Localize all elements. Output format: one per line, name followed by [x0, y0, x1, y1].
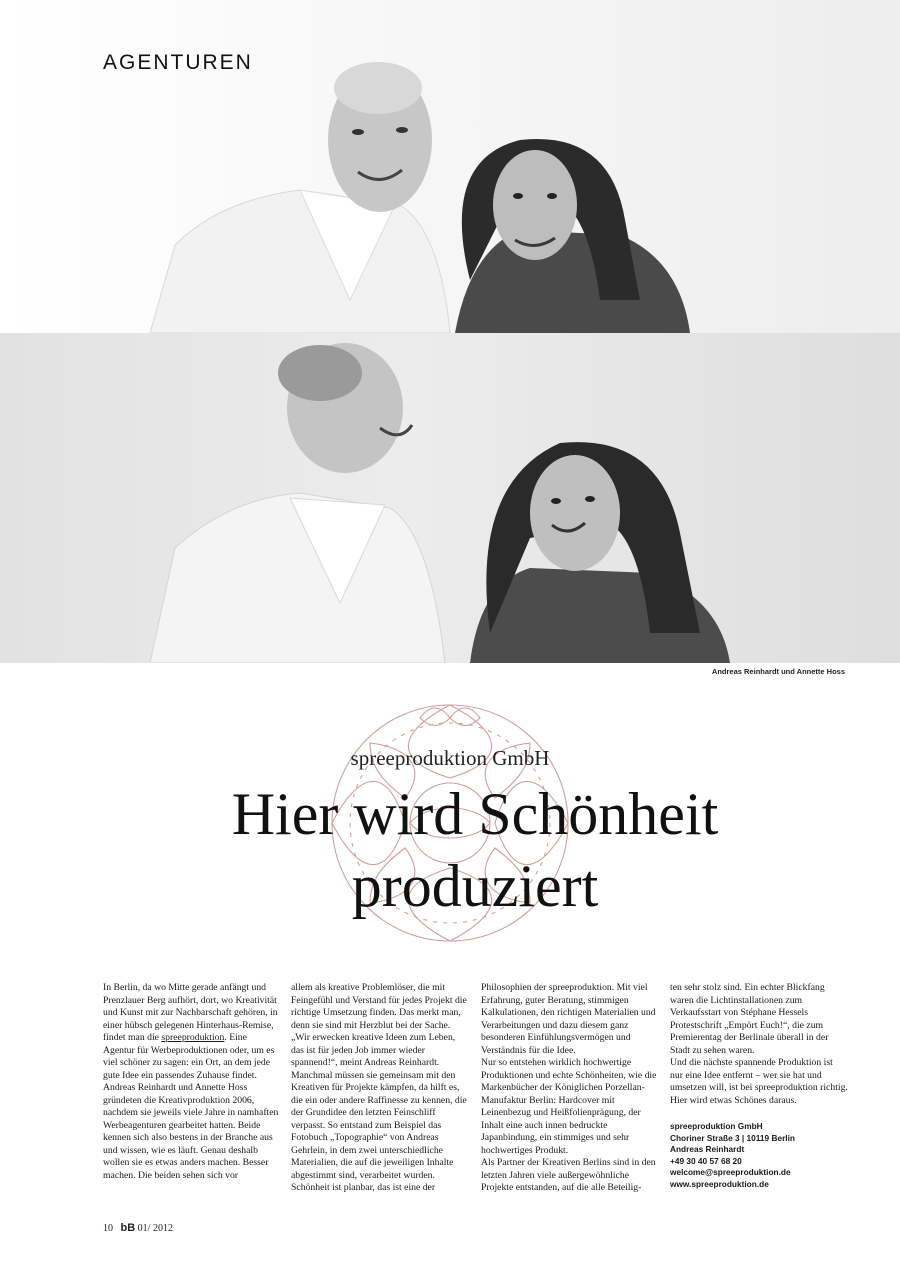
section-label: AGENTUREN	[103, 51, 253, 74]
paragraph: Und die nächste spannende Produktion ist…	[670, 1057, 848, 1106]
headline-line-1: Hier wird Schönheit	[231, 781, 719, 847]
contact-block: spreeproduktion GmbH Choriner Straße 3 |…	[670, 1121, 848, 1190]
photo-caption: Andreas Reinhardt und Annette Hoss	[711, 667, 845, 676]
company-link: spreeproduktion	[161, 1032, 225, 1043]
paragraph: allem als kreative Problemlöser, die mit…	[291, 982, 467, 1181]
page-footer: 10 bB 01/ 2012	[103, 1222, 173, 1234]
contact-email: welcome@spreeproduktion.de	[670, 1167, 791, 1177]
photo-top	[0, 0, 900, 333]
paragraph: Andreas Reinhardt und Annette Hoss gründ…	[103, 1082, 279, 1181]
article-column-1: In Berlin, da wo Mitte gerade anfängt un…	[103, 982, 279, 1182]
article-kicker: spreeproduktion GmbH	[350, 746, 550, 770]
article-column-2: allem als kreative Problemlöser, die mit…	[291, 982, 467, 1195]
paragraph: ten sehr stolz sind. Ein echter Blickfan…	[670, 982, 829, 1056]
article-column-4: ten sehr stolz sind. Ein echter Blickfan…	[670, 982, 848, 1190]
contact-person: Andreas Reinhardt	[670, 1144, 745, 1154]
article-headline: Hier wird Schönheit produziert	[0, 778, 900, 922]
magazine-logo: bB	[120, 1222, 136, 1234]
article-column-3: Philosophien der spreeproduktion. Mit vi…	[481, 982, 657, 1195]
contact-phone: +49 30 40 57 68 20	[670, 1155, 742, 1166]
headline-line-2: produziert	[351, 853, 599, 919]
contact-company: spreeproduktion GmbH	[670, 1121, 763, 1131]
contact-address: Choriner Straße 3 | 10119 Berlin	[670, 1132, 795, 1143]
paragraph: Nur so entstehen wirklich hochwertige Pr…	[481, 1057, 657, 1156]
issue-number: 01/ 2012	[137, 1223, 173, 1234]
page-number: 10	[103, 1223, 113, 1234]
paragraph: Philosophien der spreeproduktion. Mit vi…	[481, 982, 656, 1056]
paragraph: In Berlin, da wo Mitte gerade anfängt un…	[103, 982, 278, 1081]
contact-web: www.spreeproduktion.de	[670, 1178, 769, 1189]
paragraph: Schönheit ist planbar, das ist eine der	[291, 1182, 436, 1193]
photo-bottom	[0, 333, 900, 663]
paragraph: Als Partner der Kreativen Berlins sind i…	[481, 1157, 656, 1193]
